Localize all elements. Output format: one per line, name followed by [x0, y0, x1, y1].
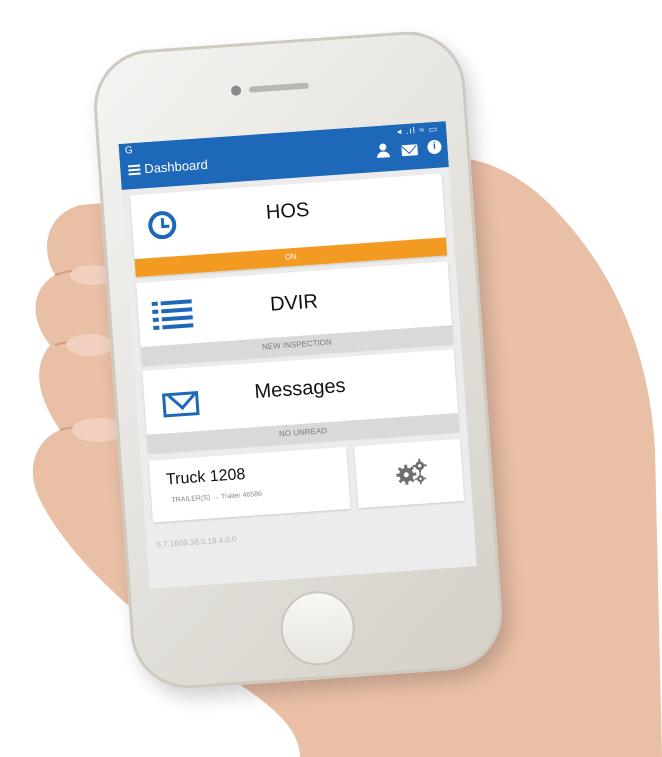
- dvir-title: DVIR: [269, 290, 319, 316]
- app-screen: G ◂ .ıl ≈ ▭ Dashboard i HOS ON DVIR NEW …: [118, 121, 477, 589]
- info-icon[interactable]: i: [427, 139, 442, 155]
- settings-card[interactable]: [354, 438, 465, 509]
- hos-title: HOS: [265, 198, 310, 224]
- messages-title: Messages: [253, 374, 347, 404]
- carrier-icon: G: [124, 145, 134, 157]
- status-icons: ◂ .ıl ≈ ▭: [396, 123, 439, 137]
- dvir-card[interactable]: DVIR NEW INSPECTION: [136, 261, 454, 365]
- messages-card[interactable]: Messages NO UNREAD: [142, 349, 460, 453]
- hos-card[interactable]: HOS ON: [130, 173, 448, 278]
- menu-icon[interactable]: [128, 164, 141, 176]
- mail-icon[interactable]: [401, 143, 418, 156]
- vehicle-title: Truck 1208: [165, 465, 246, 489]
- app-bar-actions: i: [375, 139, 442, 158]
- gears-icon: [396, 458, 427, 485]
- app-version: 5.7.1609.38.0.19.4.0.0: [156, 534, 237, 550]
- page-title: Dashboard: [143, 156, 209, 177]
- trailer-label: TRAILER(S) → Trailer 46586: [171, 490, 263, 505]
- phone: G ◂ .ıl ≈ ▭ Dashboard i HOS ON DVIR NEW …: [90, 27, 506, 693]
- vehicle-card[interactable]: Truck 1208 TRAILER(S) → Trailer 46586: [148, 446, 351, 523]
- user-icon[interactable]: [375, 143, 392, 158]
